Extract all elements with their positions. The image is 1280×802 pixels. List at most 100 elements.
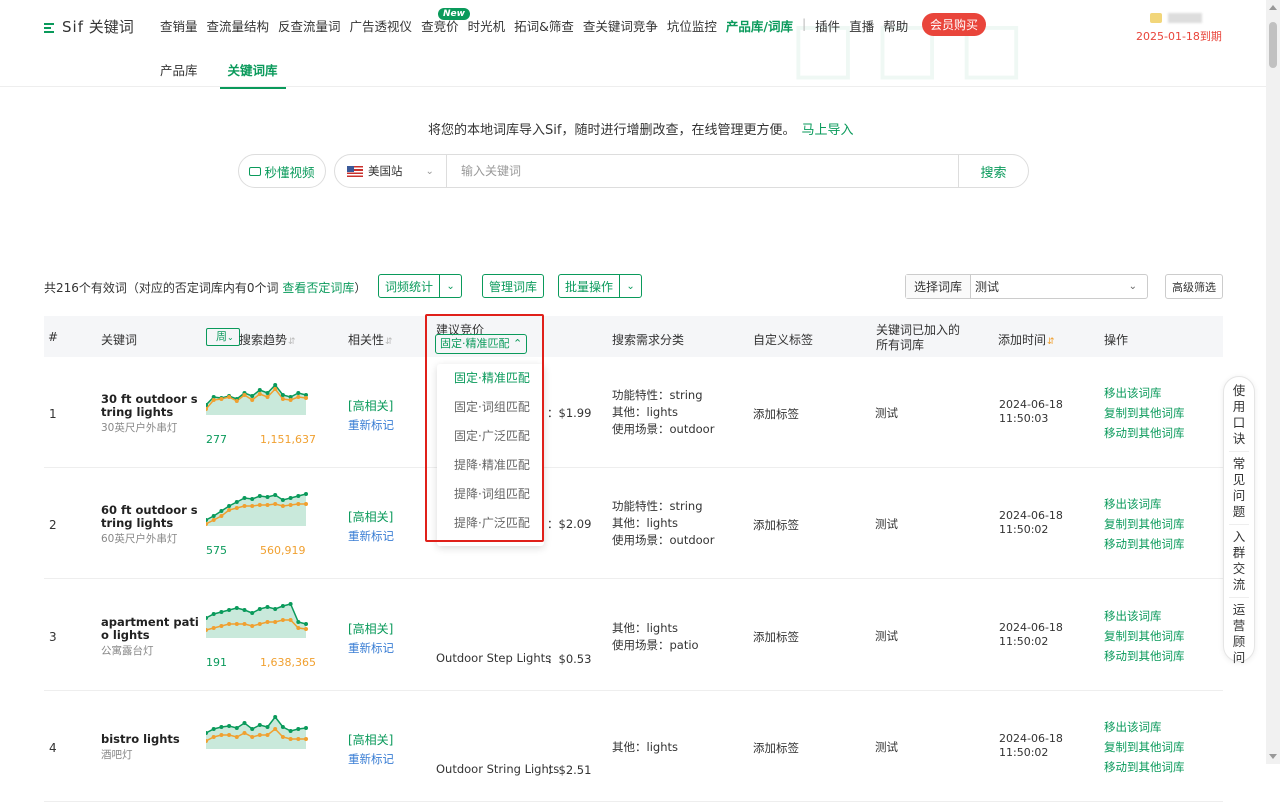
bid-product: Outdoor String Lights bbox=[436, 762, 560, 776]
library-link[interactable]: 测试 bbox=[875, 405, 898, 421]
nav-item-keyword-competition[interactable]: 查关键词竞争 bbox=[583, 16, 658, 35]
manage-library-label: 管理词库 bbox=[489, 279, 538, 294]
col-relevance[interactable]: 相关性⇵ bbox=[348, 331, 393, 348]
remark-link[interactable]: 重新标记 bbox=[348, 639, 394, 658]
col-add-time-label: 添加时间 bbox=[998, 333, 1047, 347]
nav-item-traffic-structure[interactable]: 查流量结构 bbox=[207, 16, 270, 35]
site-select[interactable]: 美国站 ⌄ bbox=[335, 155, 447, 187]
float-item-group[interactable]: 入群交流 bbox=[1232, 529, 1246, 593]
trend-point bbox=[304, 396, 308, 400]
bid-price-value: $2.09 bbox=[558, 517, 592, 531]
tab-keyword-library[interactable]: 关键词库 bbox=[219, 60, 286, 89]
scrollbar[interactable] bbox=[1266, 0, 1280, 764]
move-to-library-link[interactable]: 移动到其他词库 bbox=[1104, 757, 1185, 777]
trend-point bbox=[296, 391, 301, 395]
trend-point bbox=[211, 398, 216, 402]
row-index: 3 bbox=[49, 630, 57, 644]
library-select[interactable]: 选择词库 测试 ⌄ bbox=[905, 274, 1148, 299]
nav-item-help[interactable]: 帮助 bbox=[883, 16, 908, 35]
vip-purchase-button[interactable]: 会员购买 bbox=[922, 13, 987, 36]
import-link[interactable]: 马上导入 bbox=[801, 123, 853, 138]
keyword-text[interactable]: apartment patio lights bbox=[101, 616, 201, 642]
col-demand: 搜索需求分类 bbox=[612, 333, 685, 347]
nav-item-time-machine[interactable]: 时光机 bbox=[468, 16, 506, 35]
search-trend-chart[interactable] bbox=[206, 709, 310, 753]
keyword-input[interactable] bbox=[447, 155, 958, 187]
batch-operation-button[interactable]: 批量操作 ⌄ bbox=[558, 274, 643, 298]
add-tag-link[interactable]: 添加标签 bbox=[753, 629, 799, 645]
keyword-text[interactable]: 60 ft outdoor string lights bbox=[101, 504, 201, 530]
logo[interactable]: Sif 关键词 bbox=[44, 16, 134, 37]
add-date: 2024-06-18 bbox=[999, 621, 1063, 634]
remark-link[interactable]: 重新标记 bbox=[348, 416, 394, 435]
copy-to-library-link[interactable]: 复制到其他词库 bbox=[1104, 514, 1185, 534]
float-item-consultant[interactable]: 运营顾问 bbox=[1232, 602, 1246, 666]
search-trend-chart[interactable] bbox=[206, 598, 310, 642]
search-trend-chart[interactable] bbox=[206, 486, 310, 530]
library-link[interactable]: 测试 bbox=[875, 628, 898, 644]
search-button[interactable]: 搜索 bbox=[958, 155, 1028, 187]
trend-point bbox=[265, 733, 270, 737]
library-link[interactable]: 测试 bbox=[875, 516, 898, 532]
add-tag-link[interactable]: 添加标签 bbox=[753, 517, 799, 533]
remove-from-library-link[interactable]: 移出该词库 bbox=[1104, 383, 1185, 403]
chevron-down-icon[interactable]: ⌄ bbox=[619, 275, 641, 297]
col-keyword: 关键词 bbox=[101, 333, 138, 347]
user-menu[interactable] bbox=[1150, 12, 1202, 26]
keyword-text[interactable]: 30 ft outdoor string lights bbox=[101, 393, 201, 419]
col-add-time[interactable]: 添加时间⇵ bbox=[998, 331, 1055, 348]
move-to-library-link[interactable]: 移动到其他词库 bbox=[1104, 534, 1185, 554]
nav-item-live[interactable]: 直播 bbox=[849, 16, 874, 35]
remove-from-library-link[interactable]: 移出该词库 bbox=[1104, 717, 1185, 737]
bid-price-value: $1.99 bbox=[558, 406, 592, 420]
add-tag-link[interactable]: 添加标签 bbox=[753, 740, 799, 756]
nav-item-sales[interactable]: 查销量 bbox=[160, 16, 198, 35]
copy-to-library-link[interactable]: 复制到其他词库 bbox=[1104, 403, 1185, 423]
scroll-down-icon[interactable] bbox=[1269, 754, 1277, 759]
copy-to-library-link[interactable]: 复制到其他词库 bbox=[1104, 626, 1185, 646]
scroll-up-icon[interactable] bbox=[1269, 5, 1277, 10]
nav-item-plugin[interactable]: 插件 bbox=[815, 16, 840, 35]
move-to-library-link[interactable]: 移动到其他词库 bbox=[1104, 646, 1185, 666]
period-select[interactable]: 周⌄ bbox=[206, 328, 240, 346]
float-item-faq[interactable]: 常见问题 bbox=[1232, 456, 1246, 520]
trend-point bbox=[257, 388, 262, 392]
video-button[interactable]: 秒懂视频 bbox=[238, 154, 326, 188]
copy-to-library-link[interactable]: 复制到其他词库 bbox=[1104, 737, 1185, 757]
chevron-down-icon[interactable]: ⌄ bbox=[439, 275, 461, 297]
trend-point bbox=[288, 503, 293, 507]
nav-item-reverse-traffic[interactable]: 反查流量词 bbox=[278, 16, 341, 35]
tab-product-library[interactable]: 产品库 bbox=[160, 60, 198, 89]
nav-item-product-library[interactable]: 产品库/词库 bbox=[726, 16, 793, 35]
library-link[interactable]: 测试 bbox=[875, 739, 898, 755]
view-negative-library-link[interactable]: 查看否定词库 bbox=[282, 281, 354, 295]
divider bbox=[0, 86, 1266, 87]
demand-item: 使用场景：outdoor bbox=[612, 533, 715, 547]
nav-item-expand-words[interactable]: 拓词&筛查 bbox=[514, 16, 574, 35]
nav-item-slot-monitor[interactable]: 坑位监控 bbox=[667, 16, 717, 35]
advanced-filter-button[interactable]: 高级筛选 bbox=[1165, 274, 1223, 299]
col-trend[interactable]: 搜索趋势⇵ bbox=[239, 331, 296, 348]
search-trend-chart[interactable] bbox=[206, 375, 310, 419]
remark-link[interactable]: 重新标记 bbox=[348, 750, 394, 769]
float-item-tips[interactable]: 使用口诀 bbox=[1232, 383, 1246, 447]
trend-point bbox=[234, 622, 239, 626]
divider bbox=[1229, 451, 1249, 452]
new-badge: New bbox=[438, 8, 470, 20]
manage-library-button[interactable]: 管理词库 bbox=[482, 274, 545, 298]
scrollbar-thumb[interactable] bbox=[1269, 22, 1277, 68]
move-to-library-link[interactable]: 移动到其他词库 bbox=[1104, 423, 1185, 443]
keyword-text[interactable]: bistro lights bbox=[101, 733, 201, 746]
remove-from-library-link[interactable]: 移出该词库 bbox=[1104, 606, 1185, 626]
word-frequency-button[interactable]: 词频统计 ⌄ bbox=[378, 274, 463, 298]
trend-point bbox=[250, 497, 255, 501]
summary-text: 共216个有效词（对应的否定词库内有0个词 查看否定词库） bbox=[44, 279, 366, 296]
top-navigation: Sif 关键词 查销量 查流量结构 反查流量词 广告透视仪 查竞价 时光机 拓词… bbox=[0, 0, 1266, 52]
menu-icon bbox=[44, 21, 56, 33]
nav-item-ad-insight[interactable]: 广告透视仪 bbox=[350, 16, 413, 35]
trend-point bbox=[304, 726, 308, 730]
add-tag-link[interactable]: 添加标签 bbox=[753, 406, 799, 422]
username bbox=[1168, 13, 1202, 23]
remove-from-library-link[interactable]: 移出该词库 bbox=[1104, 494, 1185, 514]
remark-link[interactable]: 重新标记 bbox=[348, 527, 394, 546]
